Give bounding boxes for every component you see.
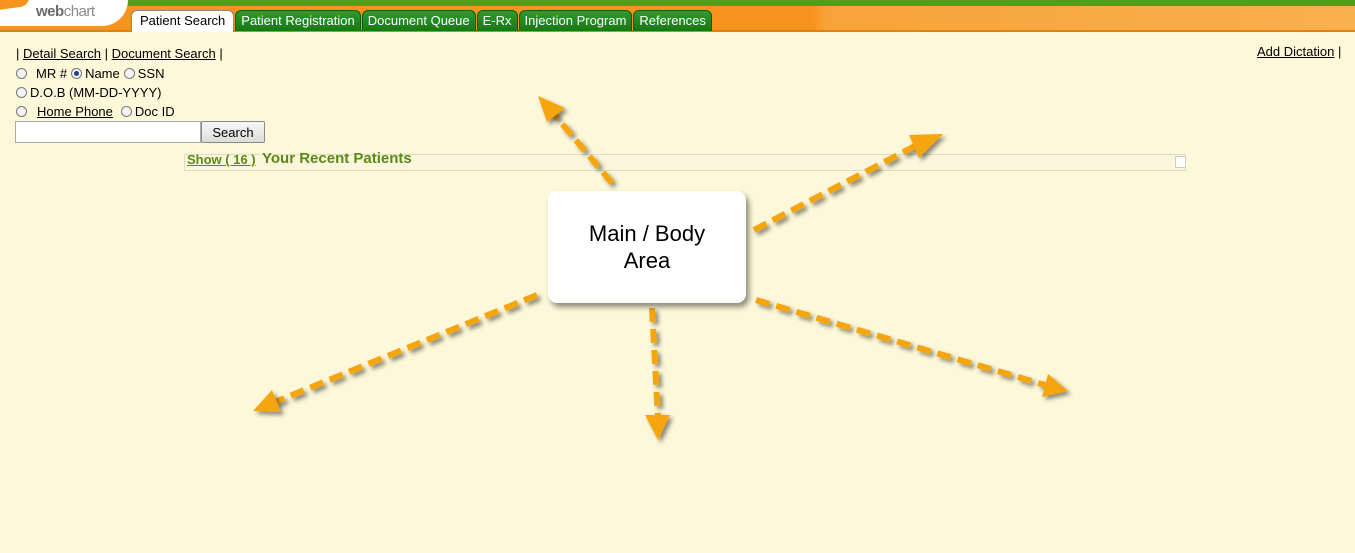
document-search-link[interactable]: Document Search (112, 46, 216, 61)
logo-swoosh-icon (0, 0, 31, 11)
search-links: | Detail Search | Document Search | (16, 46, 223, 61)
callout-line-2: Area (623, 248, 671, 273)
radio-home-phone[interactable] (16, 106, 27, 117)
callout-text: Main / Body Area (589, 220, 705, 274)
separator: | (1334, 44, 1342, 59)
radio-ssn[interactable] (123, 68, 135, 79)
logo-text-bold: web (36, 3, 64, 20)
radio-doc-id-label: Doc ID (134, 104, 175, 119)
callout-line-1: Main / Body (588, 221, 706, 246)
add-dictation-link[interactable]: Add Dictation (1257, 44, 1334, 59)
search-type-row-3: Home Phone Doc ID (16, 104, 179, 119)
search-input[interactable] (15, 121, 201, 143)
tab-injection-program[interactable]: Injection Program (518, 10, 633, 31)
arrowhead-down-icon (645, 415, 670, 440)
radio-dob[interactable] (16, 87, 27, 98)
tab-patient-registration[interactable]: Patient Registration (235, 10, 361, 31)
separator: | (16, 46, 23, 61)
detail-search-link[interactable]: Detail Search (23, 46, 101, 61)
app-header: webchart Patient Search Patient Registra… (0, 0, 1355, 32)
radio-name[interactable] (71, 68, 83, 79)
radio-mr[interactable] (16, 68, 27, 79)
search-button[interactable]: Search (201, 121, 265, 143)
search-type-row-2: D.O.B (MM-DD-YYYY) (16, 85, 165, 100)
radio-ssn-label: SSN (137, 66, 165, 81)
radio-name-label: Name (85, 66, 120, 81)
arrow-down-right (755, 297, 1046, 388)
arrow-down (649, 307, 661, 419)
search-type-row-1: MR # Name SSN (16, 66, 168, 81)
home-phone-link[interactable]: Home Phone (37, 104, 113, 119)
radio-doc-id[interactable] (120, 106, 132, 117)
separator: | (215, 46, 223, 61)
tab-patient-search[interactable]: Patient Search (131, 10, 235, 32)
main-tabs: Patient Search Patient Registration Docu… (131, 10, 713, 32)
tab-references[interactable]: References (633, 10, 712, 31)
separator: | (101, 46, 112, 61)
recent-patients-panel: Show ( 16 ) Your Recent Patients (184, 150, 1186, 171)
radio-dob-label: D.O.B (MM-DD-YYYY) (30, 85, 162, 100)
arrow-up-left (550, 111, 615, 185)
add-dictation: Add Dictation | (1257, 44, 1341, 59)
recent-patients-title: Your Recent Patients (262, 150, 412, 167)
webchart-logo[interactable]: webchart (0, 0, 128, 26)
radio-mr-label: MR # (36, 66, 68, 81)
arrowhead-down-right-icon (1042, 374, 1068, 397)
show-recent-link[interactable]: Show ( 16 ) (187, 152, 256, 167)
tab-document-queue[interactable]: Document Queue (361, 10, 476, 31)
arrowhead-up-left-icon (538, 96, 565, 122)
tab-e-rx[interactable]: E-Rx (476, 10, 518, 31)
arrowhead-down-left-icon (253, 390, 281, 412)
arrow-down-left (273, 292, 539, 405)
main-body-area-callout: Main / Body Area (548, 191, 746, 303)
logo-text-light: chart (63, 3, 95, 20)
panel-toggle-box[interactable] (1175, 156, 1186, 168)
logo-text: webchart (36, 3, 95, 20)
